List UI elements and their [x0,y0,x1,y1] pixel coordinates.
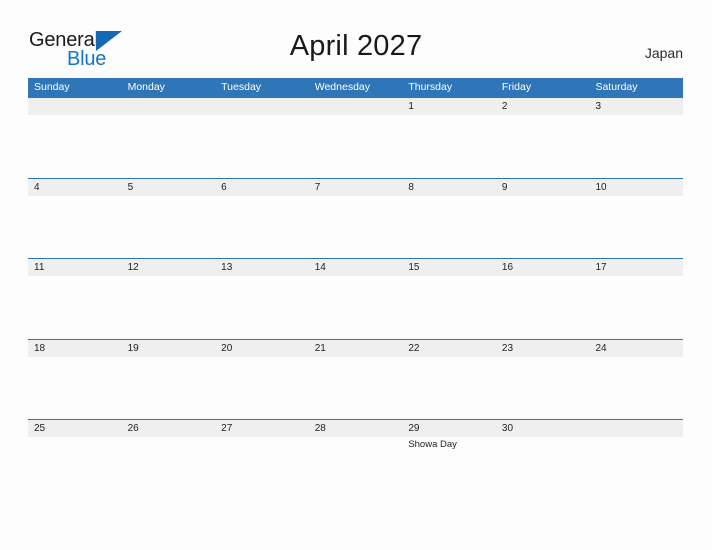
day-cell[interactable] [402,357,496,419]
day-number[interactable]: 7 [309,179,403,196]
calendar-week-row: 11 12 13 14 15 16 17 [28,258,683,339]
day-cell[interactable] [215,276,309,338]
day-cell[interactable] [309,115,403,177]
day-number[interactable]: 8 [402,179,496,196]
weekday-monday: Monday [127,81,165,93]
day-cell[interactable] [589,196,683,258]
day-number[interactable]: 22 [402,340,496,357]
day-cell[interactable] [496,437,590,499]
week-body-strip [28,276,683,338]
week-date-strip: 4 5 6 7 8 9 10 [28,177,683,196]
day-number[interactable]: 11 [28,259,122,276]
day-cell[interactable] [28,437,122,499]
day-cell[interactable] [402,115,496,177]
day-cell[interactable] [215,196,309,258]
weekday-sunday: Sunday [34,81,70,93]
day-cell[interactable] [122,196,216,258]
day-cell[interactable] [215,357,309,419]
week-body-strip [28,356,683,419]
day-number[interactable]: 10 [589,179,683,196]
day-number[interactable]: 23 [496,340,590,357]
day-cell[interactable] [496,357,590,419]
day-cell[interactable] [215,115,309,177]
day-cell[interactable] [122,115,216,177]
day-number[interactable]: 12 [122,259,216,276]
day-cell[interactable] [122,276,216,338]
day-cell[interactable]: Showa Day [402,437,496,499]
week-body-strip: Showa Day [28,437,683,499]
day-cell[interactable] [402,196,496,258]
day-cell[interactable] [122,437,216,499]
weekday-saturday: Saturday [595,81,638,93]
weekday-header-row: Sunday Monday Tuesday Wednesday Thursday… [28,78,683,97]
day-number[interactable]: 1 [402,98,496,115]
page-title: April 2027 [289,30,423,62]
day-cell[interactable] [589,437,683,499]
day-cell[interactable] [589,115,683,177]
day-cell[interactable] [589,357,683,419]
day-number[interactable] [215,98,309,115]
day-cell[interactable] [28,196,122,258]
day-number[interactable]: 13 [215,259,309,276]
country-label: Japan [644,45,683,61]
day-number[interactable]: 29 [402,420,496,437]
calendar-week-row: 18 19 20 21 22 23 24 [28,338,683,420]
week-body-strip [28,195,683,258]
day-number[interactable]: 3 [589,98,683,115]
day-number[interactable]: 24 [589,340,683,357]
day-event-showa-day: Showa Day [408,439,457,450]
day-cell[interactable] [402,276,496,338]
day-number[interactable]: 21 [309,340,403,357]
day-cell[interactable] [496,196,590,258]
day-number[interactable]: 16 [496,259,590,276]
week-date-strip: 11 12 13 14 15 16 17 [28,258,683,276]
day-number[interactable] [28,98,122,115]
day-cell[interactable] [28,357,122,419]
week-date-strip: 18 19 20 21 22 23 24 [28,338,683,357]
weekday-thursday: Thursday [408,81,453,93]
day-number[interactable]: 17 [589,259,683,276]
day-number[interactable]: 6 [215,179,309,196]
day-number[interactable] [589,420,683,437]
day-number[interactable]: 20 [215,340,309,357]
page-header: General Blue April 2027 Japan [0,0,712,76]
day-number[interactable]: 30 [496,420,590,437]
calendar-week-row: 1 2 3 [28,97,683,178]
week-date-strip: 1 2 3 [28,97,683,115]
day-cell[interactable] [496,115,590,177]
weekday-friday: Friday [501,81,532,93]
day-cell[interactable] [28,115,122,177]
calendar-page: General Blue April 2027 Japan Sunday Mon… [0,0,712,550]
day-number[interactable]: 5 [122,179,216,196]
day-cell[interactable] [309,437,403,499]
day-number[interactable]: 26 [122,420,216,437]
day-cell[interactable] [309,196,403,258]
day-cell[interactable] [122,357,216,419]
day-cell[interactable] [496,276,590,338]
day-number[interactable] [122,98,216,115]
day-number[interactable]: 15 [402,259,496,276]
weekday-tuesday: Tuesday [221,81,262,93]
day-number[interactable]: 9 [496,179,590,196]
day-number[interactable]: 25 [28,420,122,437]
day-number[interactable]: 14 [309,259,403,276]
day-cell[interactable] [589,276,683,338]
week-date-strip: 25 26 27 28 29 30 [28,419,683,437]
day-cell[interactable] [215,437,309,499]
day-number[interactable]: 28 [309,420,403,437]
day-number[interactable]: 19 [122,340,216,357]
day-cell[interactable] [309,357,403,419]
week-body-strip [28,115,683,177]
day-number[interactable]: 27 [215,420,309,437]
weekday-wednesday: Wednesday [314,81,370,93]
calendar-grid: Sunday Monday Tuesday Wednesday Thursday… [28,78,683,500]
day-number[interactable]: 4 [28,179,122,196]
day-number[interactable]: 18 [28,340,122,357]
calendar-week-row: 4 5 6 7 8 9 10 [28,177,683,259]
calendar-week-row: 25 26 27 28 29 30 Showa Day [28,419,683,500]
day-number[interactable] [309,98,403,115]
day-number[interactable]: 2 [496,98,590,115]
day-cell[interactable] [309,276,403,338]
day-cell[interactable] [28,276,122,338]
